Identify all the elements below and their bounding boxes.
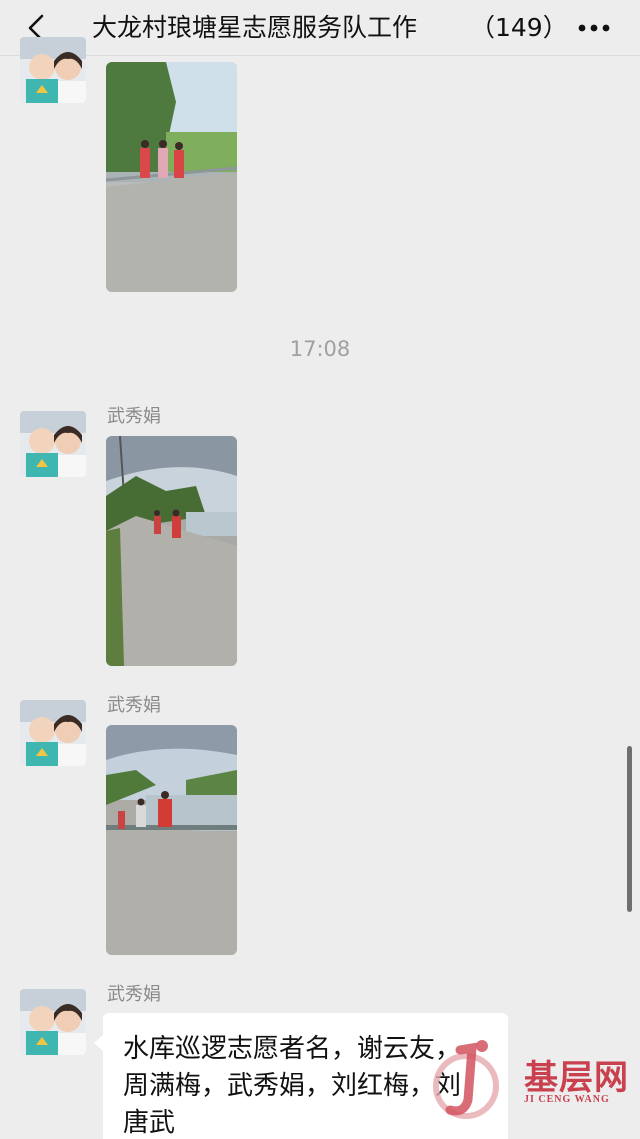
image-photo-icon [106, 62, 237, 292]
chat-timestamp: 17:08 [289, 337, 351, 361]
watermark-subtext: JI CENG WANG [524, 1094, 610, 1105]
avatar-photo-icon [20, 989, 86, 1055]
avatar[interactable] [20, 989, 86, 1055]
scrollbar[interactable] [627, 746, 632, 912]
sender-name: 武秀娟 [107, 406, 161, 427]
chat-header: 大龙村琅塘星志愿服务队工作 （149） [0, 0, 640, 56]
message-image[interactable] [106, 62, 237, 292]
image-photo-icon [106, 436, 237, 666]
avatar[interactable] [20, 37, 86, 103]
sender-name: 武秀娟 [107, 984, 161, 1005]
avatar-photo-icon [20, 700, 86, 766]
message-image[interactable] [106, 725, 237, 955]
watermark-logo-icon [433, 1040, 499, 1119]
avatar[interactable] [20, 700, 86, 766]
member-count: （149） [470, 13, 568, 42]
message-image[interactable] [106, 436, 237, 666]
watermark: 基层网 JI CENG WANG [420, 1030, 640, 1139]
image-photo-icon [106, 725, 237, 955]
avatar-photo-icon [20, 411, 86, 477]
avatar[interactable] [20, 411, 86, 477]
avatar-photo-icon [20, 37, 86, 103]
more-dots-icon [578, 24, 610, 32]
chat-title: 大龙村琅塘星志愿服务队工作 [92, 13, 418, 42]
more-button[interactable] [574, 10, 614, 46]
watermark-text: 基层网 [524, 1058, 629, 1098]
sender-name: 武秀娟 [107, 695, 161, 716]
